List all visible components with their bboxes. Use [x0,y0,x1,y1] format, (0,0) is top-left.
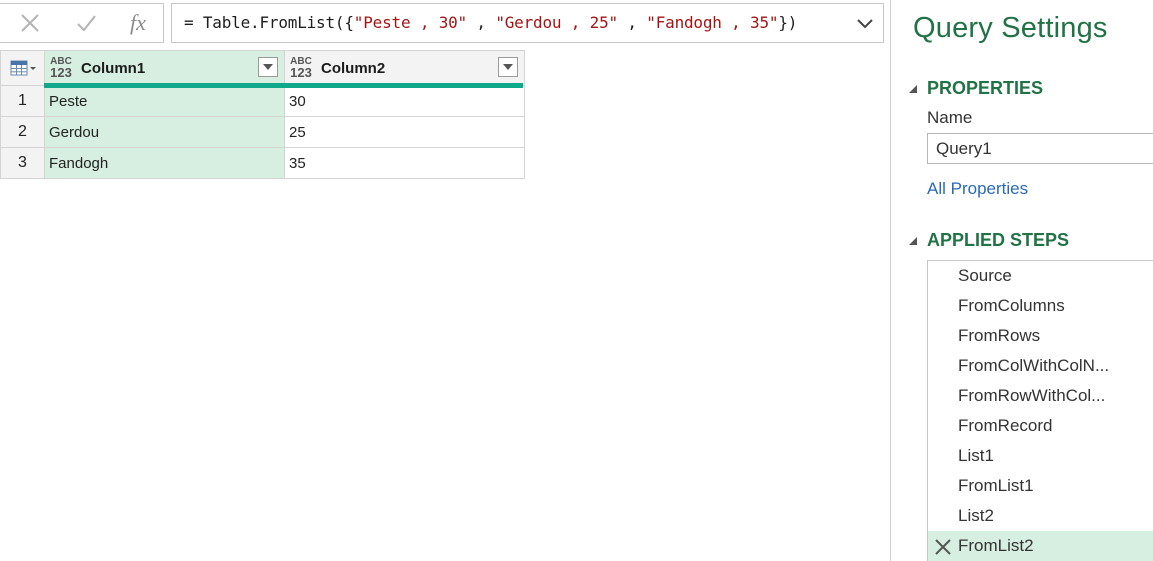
step-label: FromRecord [958,416,1053,435]
applied-steps-section-toggle[interactable]: APPLIED STEPS [907,230,1069,251]
type-label-bottom: 123 [290,65,312,80]
table-row: 2 Gerdou 25 [0,116,525,148]
type-label-bottom: 123 [50,65,72,80]
step-label: FromList1 [958,476,1034,495]
step-fromrows[interactable]: FromRows [928,321,1153,351]
row-number[interactable]: 2 [0,116,45,148]
step-label: FromColWithColN... [958,356,1110,375]
delete-step-icon[interactable] [934,538,952,556]
type-any-icon[interactable]: ABC 123 [287,57,315,80]
table-cell[interactable]: 30 [284,85,525,117]
properties-section-toggle[interactable]: PROPERTIES [907,78,1043,99]
step-fromrowwithcolnames[interactable]: FromRowWithCol... [928,381,1153,411]
formula-bar-buttons: fx [0,3,164,43]
step-label: FromRows [958,326,1041,345]
row-number[interactable]: 3 [0,147,45,179]
applied-steps-header: APPLIED STEPS [927,230,1070,250]
chevron-down-icon [263,64,273,70]
check-icon[interactable] [68,4,104,42]
pane-title: Query Settings [913,12,1108,44]
fx-icon[interactable]: fx [120,4,156,42]
step-label: FromRowWithCol... [958,386,1106,405]
formula-input[interactable]: = Table.FromList({"Peste , 30" , "Gerdou… [171,3,884,43]
close-icon[interactable] [12,4,48,42]
table-row: 1 Peste 30 [0,85,525,117]
all-properties-link[interactable]: All Properties [927,179,1028,199]
table-cell[interactable]: Fandogh [44,147,285,179]
chevron-down-icon [503,64,513,70]
type-any-icon[interactable]: ABC 123 [47,57,75,80]
column-header-column1[interactable]: ABC 123 Column1 [44,50,285,86]
step-list2[interactable]: List2 [928,501,1153,531]
step-fromcolumns[interactable]: FromColumns [928,291,1153,321]
step-label: List2 [958,506,994,525]
formula-text: = Table.FromList({"Peste , 30" , "Gerdou… [184,13,797,32]
table-cell[interactable]: Gerdou [44,116,285,148]
query-name-input[interactable] [927,133,1153,164]
table-menu-button[interactable] [0,50,45,86]
formula-prefix: = Table.FromList({ [184,13,354,32]
step-source[interactable]: Source [928,261,1153,291]
column-filter-button[interactable] [498,57,518,77]
query-settings-pane: Query Settings PROPERTIES Name All Prope… [890,0,1153,561]
row-number[interactable]: 1 [0,85,45,117]
table-cell[interactable]: 25 [284,116,525,148]
formula-string: "Gerdou , 25" [495,13,618,32]
step-list1[interactable]: List1 [928,441,1153,471]
formula-separator: , [617,13,647,32]
formula-string: "Peste , 30" [353,13,467,32]
step-fromcolwithcolnames[interactable]: FromColWithColN... [928,351,1153,381]
column-header-column2[interactable]: ABC 123 Column2 [284,50,525,86]
table-cell[interactable]: 35 [284,147,525,179]
collapse-triangle-icon [909,236,917,245]
step-label: FromList2 [958,536,1034,555]
name-label: Name [927,108,973,127]
collapse-triangle-icon [909,84,917,93]
data-grid: ABC 123 Column1 ABC 123 Column2 1 Peste … [0,50,525,179]
step-fromlist2[interactable]: FromList2 [928,531,1153,561]
formula-suffix: }) [778,13,798,32]
column-quality-bar [44,83,523,88]
chevron-down-icon[interactable] [853,12,877,36]
step-label: FromColumns [958,296,1065,315]
column-title: Column1 [81,59,146,77]
formula-separator: , [467,13,496,32]
header-row: ABC 123 Column1 ABC 123 Column2 [0,50,525,86]
formula-string: "Fandogh , 35" [646,13,779,32]
properties-header: PROPERTIES [927,78,1044,98]
applied-steps-list: Source FromColumns FromRows FromColWithC… [927,260,1153,561]
table-row: 3 Fandogh 35 [0,147,525,179]
column-title: Column2 [321,59,386,77]
table-icon [10,60,36,76]
column-filter-button[interactable] [258,57,278,77]
step-label: List1 [958,446,994,465]
step-fromlist1[interactable]: FromList1 [928,471,1153,501]
table-cell[interactable]: Peste [44,85,285,117]
step-fromrecord[interactable]: FromRecord [928,411,1153,441]
step-label: Source [958,266,1012,285]
